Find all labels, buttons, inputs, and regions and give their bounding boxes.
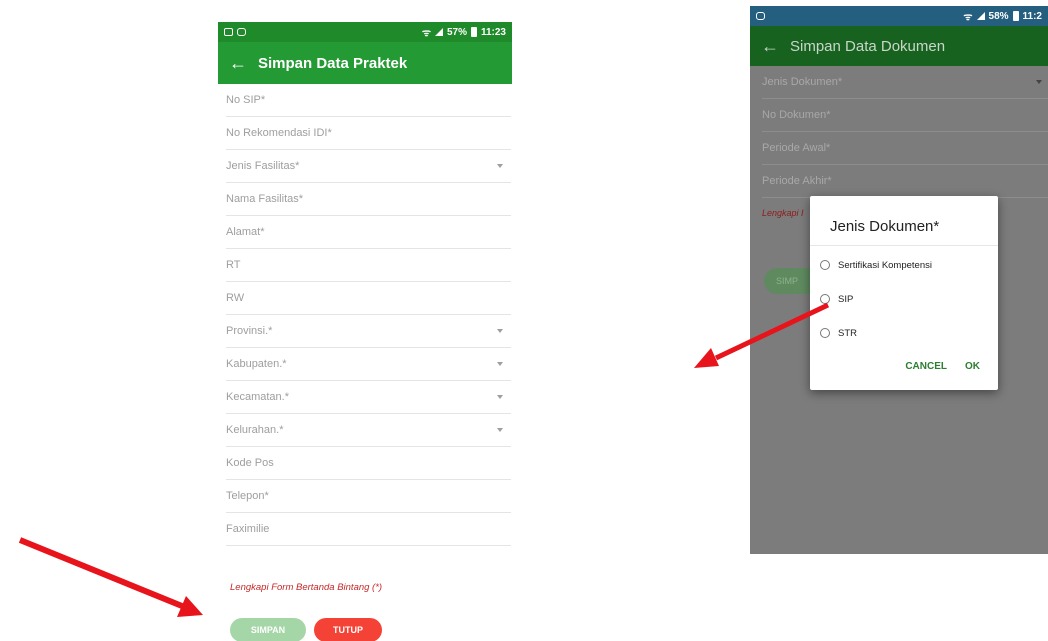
red-arrow-simpan [18,537,203,617]
red-arrow-sip [694,302,830,368]
annotation-arrows [18,302,830,617]
